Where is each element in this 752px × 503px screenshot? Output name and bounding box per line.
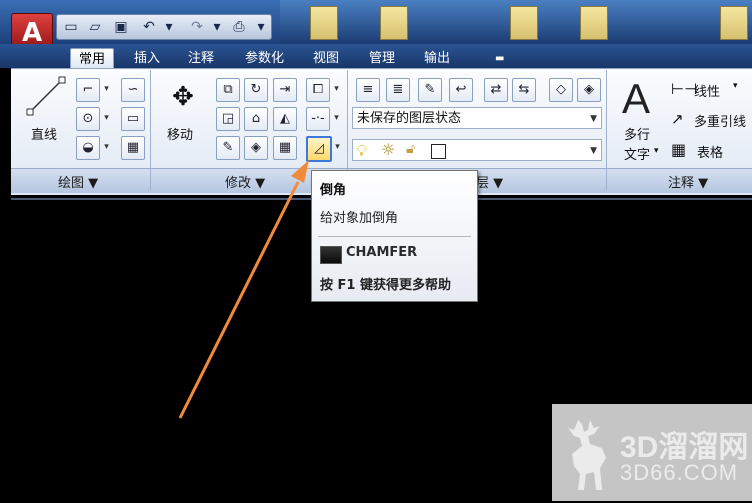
deer-logo-icon [568,420,606,490]
watermark: 3D溜溜网 3D66.COM [552,404,752,501]
watermark-url: 3D66.COM [620,460,739,485]
